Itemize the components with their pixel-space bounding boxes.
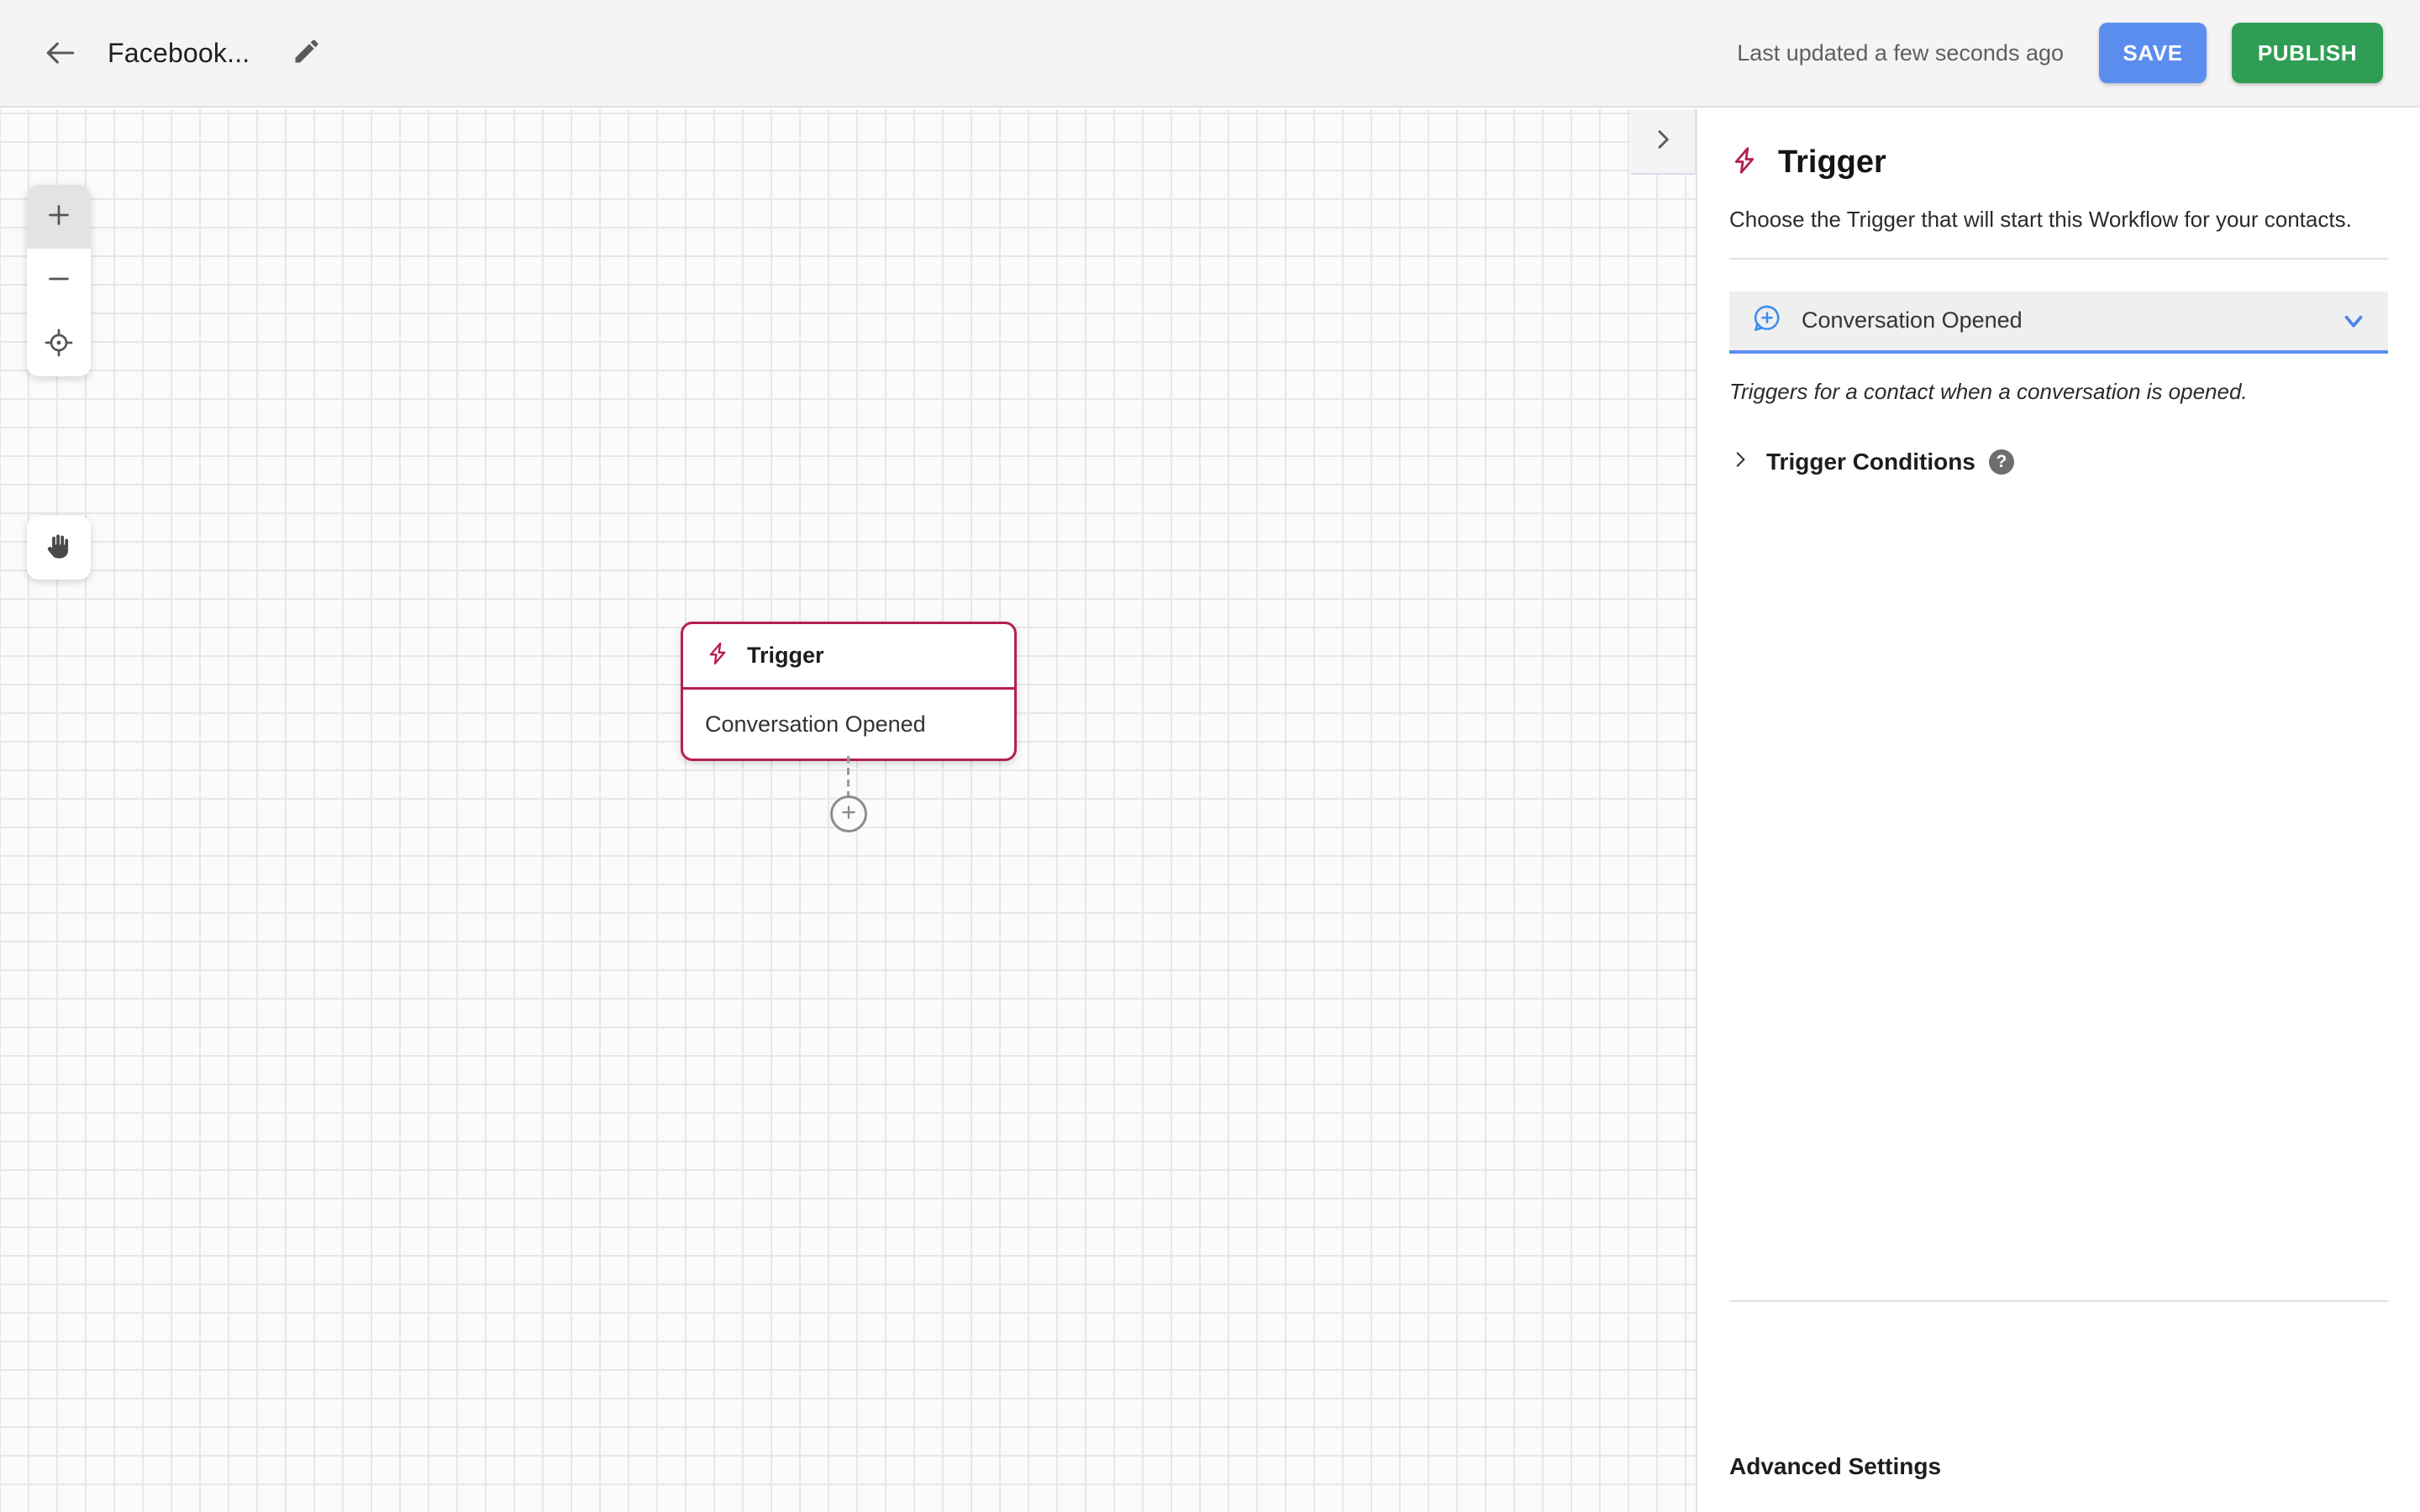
trigger-node-card[interactable]: Trigger Conversation Opened (681, 622, 1017, 761)
trigger-conditions-section[interactable]: Trigger Conditions ? (1729, 449, 2388, 475)
workflow-builder-app: Facebook... Last updated a few seconds a… (0, 0, 2420, 1512)
canvas-zoom-controls (27, 185, 91, 376)
last-updated-status: Last updated a few seconds ago (1737, 39, 2064, 66)
advanced-settings-title: Advanced Settings (1729, 1453, 1942, 1479)
crosshair-target-icon (44, 328, 74, 362)
trigger-settings-panel: Trigger Choose the Trigger that will sta… (1696, 109, 2420, 1512)
trigger-node-value: Conversation Opened (705, 711, 926, 737)
chevron-down-icon[interactable] (2339, 307, 2368, 335)
zoom-in-button[interactable] (27, 185, 91, 249)
trigger-conditions-help-icon[interactable]: ? (1988, 449, 2014, 475)
trigger-conditions-label: Trigger Conditions (1766, 448, 1975, 475)
chevron-right-icon (1729, 449, 1751, 475)
save-button[interactable]: SAVE (2099, 23, 2207, 83)
panel-divider (1729, 257, 2388, 260)
lightning-bolt-icon (705, 641, 730, 670)
plus-circle-icon (838, 801, 860, 827)
workflow-canvas[interactable]: Trigger Conversation Opened (0, 109, 1696, 1512)
chevron-right-icon (1649, 126, 1676, 157)
trigger-type-value: Conversation Opened (1802, 307, 2023, 333)
trigger-node-title: Trigger (747, 643, 824, 668)
edit-title-button[interactable] (287, 33, 327, 73)
page-title: Facebook... (108, 37, 250, 68)
lightning-bolt-icon (1729, 144, 1760, 181)
trigger-type-select[interactable]: Conversation Opened (1729, 291, 2388, 354)
pan-tool-button[interactable] (27, 516, 91, 580)
trigger-type-description: Triggers for a contact when a conversati… (1729, 378, 2248, 404)
plus-icon (44, 200, 74, 234)
chat-bubble-plus-icon (1751, 302, 1783, 339)
panel-title: Trigger (1778, 144, 1886, 180)
arrow-left-icon (42, 34, 79, 71)
trigger-node-header: Trigger (683, 624, 1014, 690)
pencil-icon (292, 36, 322, 71)
zoom-out-button[interactable] (27, 249, 91, 312)
back-button[interactable] (37, 29, 84, 76)
hand-icon (43, 530, 75, 566)
publish-button[interactable]: PUBLISH (2232, 23, 2383, 83)
header-actions: Last updated a few seconds ago SAVE PUBL… (1737, 23, 2420, 83)
collapse-panel-button[interactable] (1631, 109, 1696, 175)
minus-icon (44, 264, 74, 298)
advanced-settings-divider (1729, 1300, 2388, 1302)
fit-view-button[interactable] (27, 312, 91, 376)
add-step-button[interactable] (830, 795, 867, 832)
app-header: Facebook... Last updated a few seconds a… (0, 0, 2420, 108)
panel-subtitle: Choose the Trigger that will start this … (1729, 207, 2352, 232)
panel-header: Trigger (1729, 144, 2388, 181)
